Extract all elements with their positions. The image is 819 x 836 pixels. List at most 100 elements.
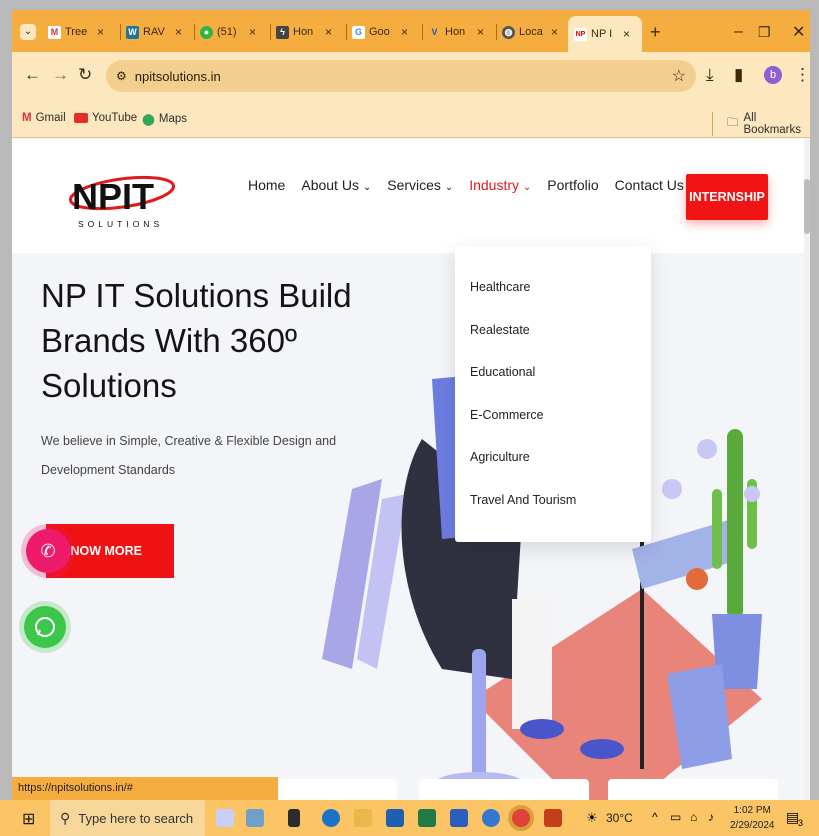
bubble-decor <box>744 486 760 502</box>
gmail-icon: M <box>22 112 32 124</box>
bubble-decor <box>697 439 717 459</box>
copilot-icon[interactable] <box>216 809 234 827</box>
page-scrollbar[interactable] <box>804 139 810 800</box>
close-icon[interactable]: × <box>249 25 256 39</box>
tab-divider <box>194 24 195 40</box>
internship-button[interactable]: INTERNSHIP <box>686 174 768 220</box>
taskbar-search[interactable]: ⚲ Type here to search <box>50 800 205 836</box>
restore-button[interactable]: ❐ <box>758 20 771 44</box>
site-info-icon[interactable]: ⚙ <box>116 69 127 83</box>
cactus <box>712 489 722 569</box>
bookmark-youtube[interactable]: YouTube <box>74 112 137 124</box>
npit-logo[interactable]: NPIT SOLUTIONS <box>66 169 178 231</box>
main-nav: Home About Us ⌄ Services ⌄ Industry ⌄ Po… <box>248 177 684 193</box>
plus-icon: + <box>650 21 661 42</box>
tab-6[interactable]: V Hon × <box>428 20 484 44</box>
profile-avatar[interactable]: b <box>764 66 782 84</box>
back-icon[interactable]: ← <box>24 65 41 85</box>
minimize-button[interactable]: – <box>734 20 743 44</box>
folder-icon: 🗀 <box>727 116 739 129</box>
weather-temp[interactable]: 30°C <box>606 811 633 825</box>
chair-stand <box>472 649 486 779</box>
widgets-icon[interactable] <box>246 809 264 827</box>
close-icon[interactable]: × <box>401 25 408 39</box>
nav-industry[interactable]: Industry ⌄ <box>469 177 531 193</box>
reload-icon[interactable]: ↻ <box>78 65 92 85</box>
download-icon[interactable]: ⤓ <box>706 65 714 85</box>
notification-count: 3 <box>798 818 804 828</box>
tab-1[interactable]: M Tree × <box>48 20 104 44</box>
industry-agriculture[interactable]: Agriculture <box>455 450 651 493</box>
sidepanel-icon[interactable]: ▮ <box>734 65 743 85</box>
volume-icon[interactable]: ♪ <box>708 810 714 824</box>
close-icon[interactable]: × <box>175 25 182 39</box>
all-bookmarks[interactable]: 🗀 All Bookmarks <box>712 112 810 136</box>
tab-search-button[interactable]: ⌄ <box>20 20 36 44</box>
file-explorer-icon[interactable] <box>354 809 372 827</box>
industry-realestate[interactable]: Realestate <box>455 323 651 366</box>
whatsapp-button[interactable] <box>24 606 66 648</box>
chevron-down-icon: ⌄ <box>522 182 532 193</box>
phone-call-button[interactable]: ✆ <box>26 529 70 573</box>
nav-home[interactable]: Home <box>248 177 285 193</box>
window-close-button[interactable]: ✕ <box>792 20 805 44</box>
hero-description: We believe in Simple, Creative & Flexibl… <box>41 434 337 477</box>
desk-decor <box>686 568 708 590</box>
close-icon[interactable]: × <box>97 25 104 39</box>
whatsapp-icon: ● <box>200 25 213 39</box>
nav-portfolio[interactable]: Portfolio <box>547 177 598 193</box>
industry-educational[interactable]: Educational <box>455 365 651 408</box>
service-card <box>419 779 589 800</box>
scroll-thumb[interactable] <box>804 179 810 234</box>
close-icon[interactable]: × <box>325 25 332 39</box>
task-view-icon[interactable] <box>288 809 300 827</box>
battery-icon[interactable]: ▭ <box>670 810 681 824</box>
tab-2[interactable]: W RAV × <box>126 20 182 44</box>
bookmark-gmail[interactable]: M Gmail <box>22 112 66 124</box>
nav-services[interactable]: Services ⌄ <box>387 177 453 193</box>
tab-divider <box>120 24 121 40</box>
tab-active[interactable]: NP NP I × <box>568 16 642 52</box>
industry-travel[interactable]: Travel And Tourism <box>455 493 651 536</box>
close-icon[interactable]: × <box>623 27 630 41</box>
forward-icon[interactable]: → <box>52 65 69 85</box>
close-icon[interactable]: × <box>477 25 484 39</box>
bookmark-maps[interactable]: ⬤ Maps <box>142 112 187 126</box>
weather-icon[interactable]: ☀ <box>586 810 598 826</box>
ie-icon[interactable] <box>482 809 500 827</box>
chevron-down-icon: ⌄ <box>444 182 454 193</box>
close-icon[interactable]: × <box>551 25 558 39</box>
youtube-icon <box>74 113 88 123</box>
nav-label: Industry <box>469 177 520 193</box>
nav-label: Services <box>387 177 441 193</box>
address-bar[interactable]: ⚙ npitsolutions.in ☆ <box>106 60 696 92</box>
bookmark-star-icon[interactable]: ☆ <box>672 66 686 86</box>
network-icon[interactable]: ⌂ <box>690 810 697 824</box>
clock-time: 1:02 PM <box>733 805 771 816</box>
excel-icon[interactable] <box>418 809 436 827</box>
tab-4[interactable]: ϟ Hon × <box>276 20 332 44</box>
tab-title: Goo <box>369 26 390 38</box>
tab-7[interactable]: ◍ Loca × <box>502 20 558 44</box>
chrome-icon[interactable] <box>512 809 530 827</box>
windows-start-icon[interactable]: ⊞ <box>22 809 35 829</box>
tab-strip: ⌄ M Tree × W RAV × ● (51) × ϟ Hon × G Go… <box>12 10 810 52</box>
tab-3[interactable]: ● (51) × <box>200 20 256 44</box>
nav-contact[interactable]: Contact Us <box>615 177 684 193</box>
industry-healthcare[interactable]: Healthcare <box>455 280 651 323</box>
industry-ecommerce[interactable]: E-Commerce <box>455 408 651 451</box>
menu-icon[interactable]: ⋮ <box>794 65 810 85</box>
mail-icon[interactable] <box>386 809 404 827</box>
bookmarks-bar: M Gmail YouTube ⬤ Maps 🗀 All Bookmarks <box>12 102 810 138</box>
tab-5[interactable]: G Goo × <box>352 20 408 44</box>
powerpoint-icon[interactable] <box>544 809 562 827</box>
new-tab-button[interactable]: + <box>650 20 661 44</box>
word-icon[interactable] <box>450 809 468 827</box>
tray-chevron-icon[interactable]: ^ <box>652 810 658 824</box>
edge-icon[interactable] <box>322 809 340 827</box>
close-icon: ✕ <box>792 24 806 41</box>
industry-dropdown: Healthcare Realestate Educational E-Comm… <box>455 246 651 542</box>
service-card <box>608 779 778 800</box>
clock[interactable]: 1:02 PM 2/29/2024 <box>730 803 775 833</box>
nav-about[interactable]: About Us ⌄ <box>301 177 371 193</box>
